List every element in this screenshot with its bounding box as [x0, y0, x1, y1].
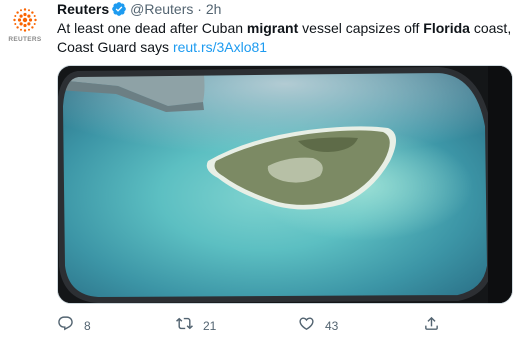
retweet-count: 21 — [203, 319, 217, 333]
tweet-text-part: At least one dead after Cuban — [57, 20, 247, 36]
reply-icon — [57, 315, 74, 337]
tweet-photo[interactable] — [57, 65, 513, 304]
like-button[interactable]: 43 — [298, 316, 338, 336]
retweet-icon — [176, 315, 193, 337]
avatar-wordmark: REUTERS — [8, 36, 42, 43]
reply-button[interactable]: 8 — [57, 316, 91, 336]
display-name[interactable]: Reuters — [57, 1, 109, 17]
tweet-text-part: vessel capsizes off — [298, 20, 424, 36]
share-button[interactable] — [423, 316, 440, 336]
tweet-text: At least one dead after Cuban migrant ve… — [57, 19, 519, 57]
like-count: 43 — [325, 319, 339, 333]
tweet-bold-migrant: migrant — [246, 20, 299, 36]
reply-count: 8 — [84, 319, 91, 333]
tweet-actions: 8 21 43 — [57, 316, 457, 336]
heart-icon — [298, 315, 315, 337]
tweet-header: Reuters @Reuters · 2h — [57, 0, 519, 19]
avatar-column: REUTERS — [8, 5, 42, 43]
timestamp[interactable]: 2h — [206, 1, 222, 17]
retweet-button[interactable]: 21 — [176, 316, 216, 336]
tweet-link[interactable]: reut.rs/3Axlo81 — [173, 39, 267, 55]
share-icon — [423, 315, 440, 337]
tweet-content: Reuters @Reuters · 2h At least one dead a… — [57, 0, 519, 333]
avatar[interactable] — [10, 5, 40, 35]
reuters-logo-icon — [13, 8, 37, 32]
handle[interactable]: @Reuters — [130, 1, 193, 17]
tweet-bold-florida: Florida — [423, 20, 470, 36]
